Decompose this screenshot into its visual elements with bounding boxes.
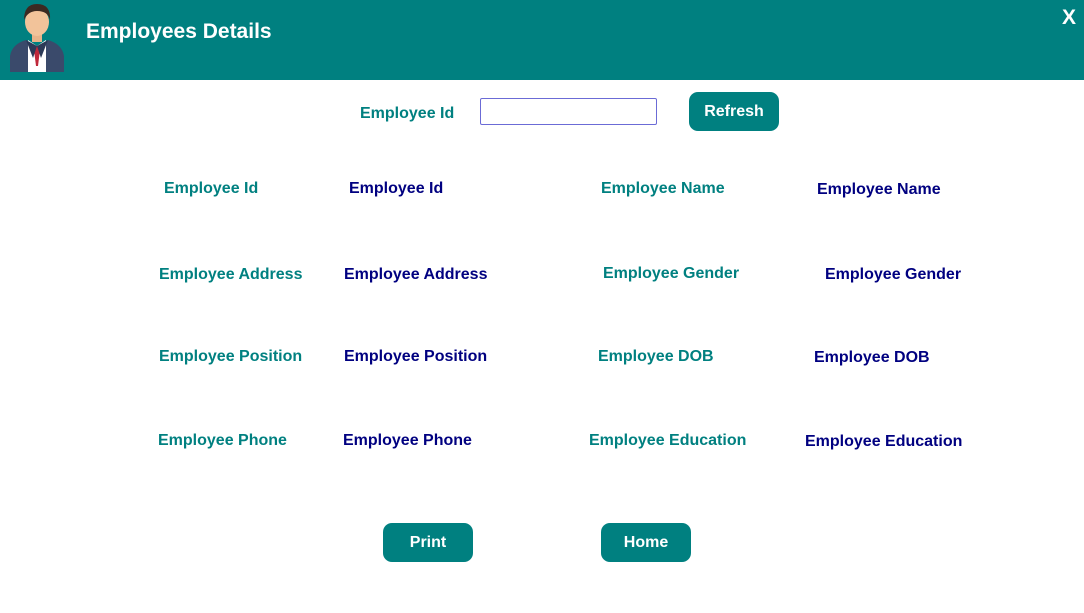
employee-position-value: Employee Position: [344, 348, 488, 365]
employee-id-label: Employee Id: [164, 180, 259, 197]
employee-name-label: Employee Name: [601, 180, 725, 197]
employee-dob-label: Employee DOB: [598, 348, 714, 365]
employee-education-label: Employee Education: [589, 432, 747, 449]
employee-id-value: Employee Id: [349, 180, 444, 197]
page-title: Employees Details: [86, 20, 272, 43]
employee-id-search-input[interactable]: [480, 98, 657, 125]
employee-avatar-icon: [10, 4, 64, 72]
employee-name-value: Employee Name: [817, 181, 941, 198]
employee-gender-label: Employee Gender: [603, 265, 740, 282]
employee-education-value: Employee Education: [805, 433, 963, 450]
employee-id-search-label: Employee Id: [360, 105, 455, 122]
header-bar: Employees Details X: [0, 0, 1084, 80]
home-button[interactable]: Home: [601, 523, 691, 562]
close-button[interactable]: X: [1058, 4, 1080, 32]
employee-position-label: Employee Position: [159, 348, 303, 365]
employee-address-value: Employee Address: [344, 266, 488, 283]
refresh-button[interactable]: Refresh: [689, 92, 779, 131]
employee-dob-value: Employee DOB: [814, 349, 930, 366]
employee-address-label: Employee Address: [159, 266, 303, 283]
print-button[interactable]: Print: [383, 523, 473, 562]
employee-phone-label: Employee Phone: [158, 432, 287, 449]
employee-phone-value: Employee Phone: [343, 432, 472, 449]
employee-gender-value: Employee Gender: [825, 266, 962, 283]
